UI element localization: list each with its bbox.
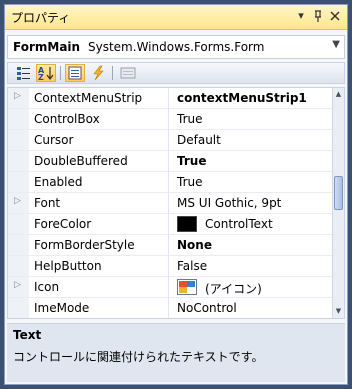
color-swatch <box>177 216 197 232</box>
column-divider <box>168 172 169 192</box>
property-value[interactable]: Default <box>177 133 221 147</box>
property-row[interactable]: ▷ Icon (アイコン) <box>8 277 334 298</box>
property-value[interactable]: MS UI Gothic, 9pt <box>177 196 281 210</box>
property-value[interactable]: False <box>177 259 207 273</box>
property-row[interactable]: Cursor Default <box>8 130 334 151</box>
toolbar: A Z <box>7 62 345 84</box>
property-row[interactable]: ControlBox True <box>8 109 334 130</box>
chevron-down-icon[interactable]: ▾ <box>293 8 309 24</box>
expand-icon[interactable]: ▷ <box>14 91 21 101</box>
property-name: Enabled <box>34 175 83 189</box>
property-name: ForeColor <box>34 217 92 231</box>
property-row[interactable]: DoubleBuffered True <box>8 151 334 172</box>
property-pages-icon[interactable] <box>118 64 138 82</box>
property-row[interactable]: ▷ Font MS UI Gothic, 9pt <box>8 193 334 214</box>
row-gutter: ▷ <box>8 277 29 297</box>
column-divider <box>168 256 169 276</box>
form-icon-preview <box>177 279 197 295</box>
column-divider <box>168 193 169 213</box>
description-text: コントロールに関連付けられたテキストです。 <box>13 350 264 364</box>
alphabetical-icon[interactable]: A Z <box>36 64 56 82</box>
property-name: Font <box>34 196 61 210</box>
property-name: HelpButton <box>34 259 102 273</box>
description-pane: Text コントロールに関連付けられたテキストです。 <box>7 323 345 382</box>
property-grid[interactable]: ImeMode NoControl ▷ Icon (アイコン) HelpButton Fal… <box>7 87 345 319</box>
property-value[interactable]: (アイコン) <box>205 280 262 297</box>
close-icon[interactable] <box>327 8 343 24</box>
property-value[interactable]: contextMenuStrip1 <box>177 91 307 105</box>
row-gutter <box>8 109 29 129</box>
events-icon[interactable] <box>88 64 108 82</box>
object-name: FormMain <box>13 40 81 54</box>
property-row[interactable]: HelpButton False <box>8 256 334 277</box>
title-bar[interactable]: プロパティ ▾ <box>5 5 347 30</box>
row-gutter <box>8 256 29 276</box>
description-title: Text <box>13 328 42 342</box>
vertical-scrollbar[interactable]: ▲ ▼ <box>332 88 344 318</box>
column-divider <box>168 277 169 297</box>
property-value[interactable]: ControlText <box>205 217 273 231</box>
toolbar-separator <box>60 66 61 80</box>
toolbar-separator <box>112 66 113 80</box>
property-name: ContextMenuStrip <box>34 91 143 105</box>
property-row[interactable]: ForeColor ControlText <box>8 214 334 235</box>
scroll-down-arrow-icon[interactable]: ▼ <box>334 307 343 316</box>
properties-icon[interactable] <box>65 64 85 82</box>
property-row[interactable]: Enabled True <box>8 172 334 193</box>
object-selector[interactable]: FormMain System.Windows.Forms.Form ▼ <box>7 35 345 59</box>
property-name: ImeMode <box>34 301 90 315</box>
property-value[interactable]: NoControl <box>177 301 237 315</box>
row-gutter <box>8 130 29 150</box>
chevron-down-icon[interactable]: ▼ <box>332 39 340 50</box>
property-name: DoubleBuffered <box>34 154 128 168</box>
property-name: Icon <box>34 280 60 294</box>
object-type: System.Windows.Forms.Form <box>88 40 265 54</box>
column-divider <box>168 109 169 129</box>
window-title: プロパティ <box>11 11 71 25</box>
svg-text:Z: Z <box>38 73 44 81</box>
pin-icon[interactable] <box>310 8 326 24</box>
properties-panel: プロパティ ▾ FormMain System.Windows.Forms.Fo… <box>4 4 348 385</box>
property-row[interactable]: ▷ ContextMenuStrip contextMenuStrip1 <box>8 88 334 109</box>
row-gutter: ▷ <box>8 193 29 213</box>
row-gutter <box>8 298 29 318</box>
scroll-up-arrow-icon[interactable]: ▲ <box>334 90 343 99</box>
row-gutter <box>8 235 29 255</box>
properties-window: プロパティ ▾ FormMain System.Windows.Forms.Fo… <box>0 0 352 389</box>
row-gutter <box>8 151 29 171</box>
column-divider <box>168 298 169 318</box>
property-value[interactable]: None <box>177 238 212 252</box>
property-value[interactable]: True <box>177 175 203 189</box>
property-name: Cursor <box>34 133 74 147</box>
property-name: ControlBox <box>34 112 100 126</box>
scroll-thumb[interactable] <box>334 176 343 210</box>
property-value[interactable]: True <box>177 154 206 168</box>
property-value[interactable]: True <box>177 112 203 126</box>
expand-icon[interactable]: ▷ <box>14 280 21 290</box>
property-row[interactable]: ImeMode NoControl <box>8 298 334 318</box>
row-gutter <box>8 172 29 192</box>
property-row[interactable]: FormBorderStyle None <box>8 235 334 256</box>
column-divider <box>168 214 169 234</box>
row-gutter <box>8 214 29 234</box>
property-name: FormBorderStyle <box>34 238 135 252</box>
column-divider <box>168 235 169 255</box>
column-divider <box>168 151 169 171</box>
categorized-icon[interactable] <box>14 64 34 82</box>
row-gutter: ▷ <box>8 88 29 108</box>
column-divider <box>168 130 169 150</box>
expand-icon[interactable]: ▷ <box>14 196 21 206</box>
column-divider <box>168 88 169 108</box>
